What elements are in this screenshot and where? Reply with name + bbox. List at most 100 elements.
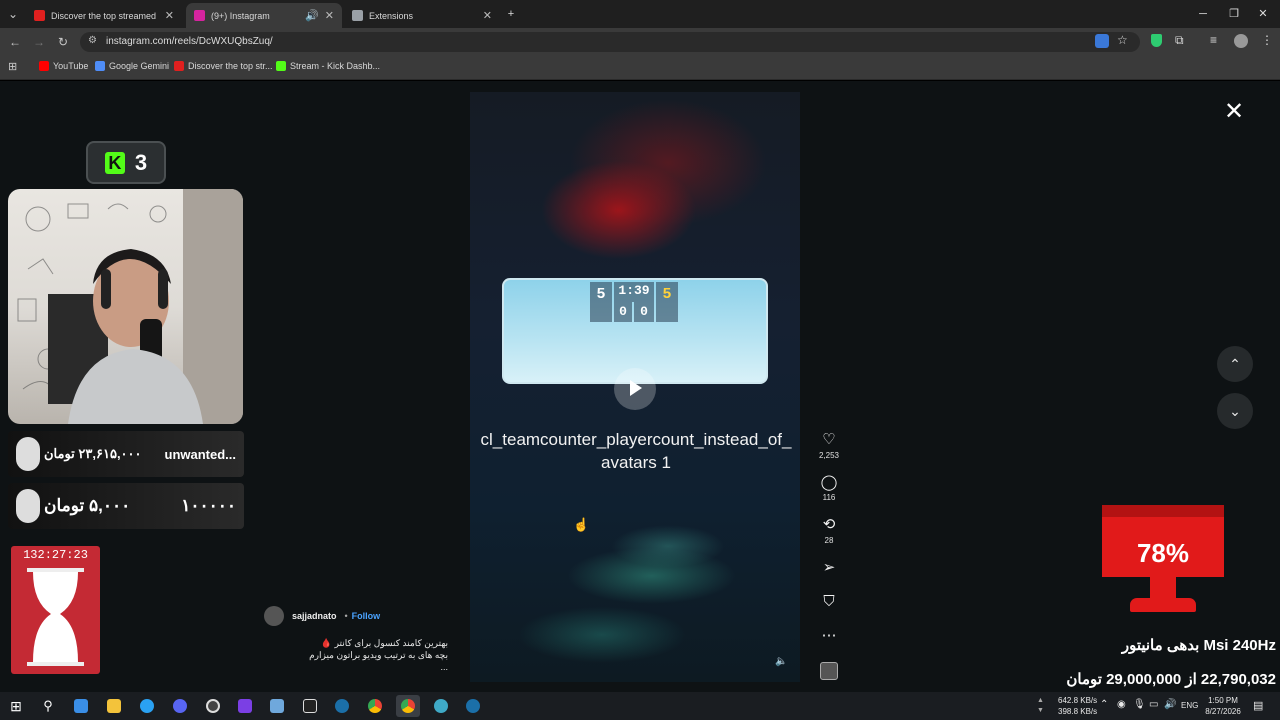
discord-icon bbox=[173, 699, 187, 713]
reload-button[interactable]: ↻ bbox=[54, 33, 72, 51]
profile-avatar[interactable] bbox=[1234, 34, 1248, 48]
tab-close-icon[interactable]: ✕ bbox=[165, 9, 174, 22]
bookmark-discover[interactable]: Discover the top str... bbox=[174, 61, 273, 71]
ghost-icon bbox=[16, 489, 40, 523]
tab-search-button[interactable]: ⌄ bbox=[4, 5, 22, 23]
forward-button[interactable]: → bbox=[30, 33, 48, 51]
bookmark-label: YouTube bbox=[53, 61, 89, 71]
taskbar-explorer[interactable] bbox=[102, 695, 126, 717]
app-icon bbox=[140, 699, 154, 713]
url-text[interactable]: instagram.com/reels/DcWXUQbsZuq/ bbox=[106, 36, 273, 47]
media-control-icon[interactable]: ≡ bbox=[1210, 33, 1217, 47]
steam-icon bbox=[335, 699, 349, 713]
close-viewer-button[interactable]: ✕ bbox=[1224, 97, 1244, 126]
start-button[interactable]: ⊞ bbox=[4, 695, 28, 717]
hud-right-count: 0 bbox=[634, 302, 654, 322]
kick-icon bbox=[276, 61, 286, 71]
extensions-icon[interactable]: ⧉ bbox=[1175, 33, 1184, 48]
subathon-timer-card bbox=[11, 546, 100, 674]
tab-instagram[interactable]: (9+) Instagram 🔊 ✕ bbox=[186, 3, 342, 28]
translate-icon[interactable] bbox=[1095, 34, 1109, 48]
description-line: بهترین کامند کنسول برای کانتر 🩸 bbox=[320, 638, 448, 648]
taskbar-chrome[interactable] bbox=[363, 695, 387, 717]
window-close-button[interactable]: ✕ bbox=[1254, 5, 1272, 23]
chrome-icon bbox=[368, 699, 382, 713]
notification-icon[interactable]: ▤ bbox=[1253, 699, 1263, 712]
follow-button[interactable]: Follow bbox=[352, 611, 381, 621]
taskbar-search[interactable]: ⚲ bbox=[36, 695, 60, 717]
apps-grid-icon[interactable]: ⊞ bbox=[8, 60, 17, 73]
calculator-icon bbox=[74, 699, 88, 713]
network-icon[interactable]: ▭ bbox=[1149, 699, 1158, 710]
bookmark-label: Google Gemini bbox=[109, 61, 170, 71]
author-row: sajjadnato • Follow bbox=[264, 606, 380, 626]
shield-extension-icon[interactable] bbox=[1151, 34, 1162, 47]
taskbar-steam-2[interactable] bbox=[461, 695, 485, 717]
volume-icon[interactable]: 🔊 bbox=[1164, 699, 1176, 710]
tab-close-icon[interactable]: ✕ bbox=[325, 9, 334, 22]
taskbar-steam[interactable] bbox=[330, 695, 354, 717]
site-info-icon[interactable]: ⚙ bbox=[88, 35, 97, 46]
maximize-button[interactable]: ❐ bbox=[1225, 5, 1243, 23]
tab-extensions[interactable]: Extensions ✕ bbox=[344, 3, 500, 28]
taskbar-app[interactable] bbox=[135, 695, 159, 717]
ghost-icon bbox=[16, 437, 40, 471]
bookmark-youtube[interactable]: YouTube bbox=[39, 61, 88, 71]
taskbar-tool[interactable] bbox=[265, 695, 289, 717]
share-icon[interactable]: ➢ bbox=[818, 558, 840, 576]
like-icon[interactable]: ♡ bbox=[818, 430, 840, 448]
clock-date: 8/27/2026 bbox=[1205, 707, 1241, 716]
kick-logo-icon: K bbox=[104, 151, 125, 174]
taskbar-chrome-active[interactable] bbox=[396, 695, 420, 717]
next-reel-button[interactable]: ⌄ bbox=[1217, 393, 1253, 429]
tray-app-icon[interactable]: ◉ bbox=[1117, 699, 1126, 710]
tab-title: (9+) Instagram bbox=[211, 10, 270, 21]
more-options-icon[interactable]: ⋯ bbox=[818, 626, 840, 644]
taskbar-valorant[interactable] bbox=[429, 695, 453, 717]
tab-audio-icon[interactable]: 🔊 bbox=[305, 9, 319, 22]
mute-icon[interactable]: 🔈 bbox=[775, 656, 787, 667]
donation-card-bottom: ۵,۰۰۰ تومان ۱۰۰۰۰۰ bbox=[8, 483, 244, 529]
previous-reel-button[interactable]: ⌃ bbox=[1217, 346, 1253, 382]
taskbar-obs[interactable] bbox=[201, 695, 225, 717]
clock-time: 1:50 PM bbox=[1208, 696, 1238, 705]
new-tab-button[interactable]: + bbox=[502, 5, 520, 23]
menu-icon[interactable]: ⋮ bbox=[1261, 33, 1273, 47]
audio-thumbnail[interactable] bbox=[820, 662, 838, 680]
comment-count: 116 bbox=[822, 493, 836, 502]
tab-title: Extensions bbox=[369, 10, 414, 21]
net-up: 642.8 KB/s bbox=[1058, 696, 1098, 705]
clock[interactable]: 1:50 PM 8/27/2026 bbox=[1203, 695, 1243, 717]
minimize-button[interactable]: ─ bbox=[1194, 5, 1212, 23]
author-username[interactable]: sajjadnato bbox=[292, 611, 337, 621]
reel-description: بهترین کامند کنسول برای کانتر 🩸 بچه های … bbox=[300, 637, 448, 673]
folder-icon bbox=[107, 699, 121, 713]
language-indicator[interactable]: ENG bbox=[1181, 701, 1198, 710]
repost-icon[interactable]: ⟲ bbox=[818, 515, 840, 533]
streamlabs-icon bbox=[238, 699, 252, 713]
taskbar-calculator[interactable] bbox=[69, 695, 93, 717]
tray-overflow-icon[interactable]: ⌃ bbox=[1100, 699, 1108, 710]
comment-icon[interactable]: ◯ bbox=[818, 473, 840, 491]
bookmark-kick-dashboard[interactable]: Stream - Kick Dashb... bbox=[276, 61, 380, 71]
tab-close-icon[interactable]: ✕ bbox=[483, 9, 492, 22]
author-avatar[interactable] bbox=[264, 606, 284, 626]
epic-games-icon bbox=[303, 699, 317, 713]
bookmark-label: Discover the top str... bbox=[188, 61, 273, 71]
bookmark-gemini[interactable]: Google Gemini bbox=[95, 61, 169, 71]
description-more[interactable]: ... bbox=[300, 661, 448, 673]
tab-title: Discover the top streamed mu bbox=[51, 10, 159, 21]
bookmark-star-icon[interactable]: ☆ bbox=[1117, 33, 1128, 47]
taskbar-epic[interactable] bbox=[298, 695, 322, 717]
kick-follower-badge: K 3 bbox=[86, 141, 166, 184]
puzzle-favicon-icon bbox=[352, 10, 363, 21]
taskbar-streamlabs[interactable] bbox=[233, 695, 257, 717]
tab-kick[interactable]: Discover the top streamed mu ✕ bbox=[26, 3, 182, 28]
back-button[interactable]: ← bbox=[6, 33, 24, 51]
taskbar-discord[interactable] bbox=[168, 695, 192, 717]
microphone-icon[interactable]: 🎙 bbox=[1133, 699, 1146, 710]
hud-timer: 1:39 bbox=[614, 282, 654, 302]
save-icon[interactable]: ⛉ bbox=[818, 593, 840, 610]
donation-amount: ۵,۰۰۰ تومان bbox=[44, 496, 131, 515]
goal-title: Msi 240Hz بدهی مانیتور bbox=[1121, 637, 1276, 654]
